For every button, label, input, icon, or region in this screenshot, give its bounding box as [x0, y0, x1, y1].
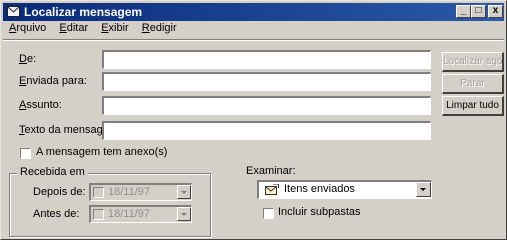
folder-select[interactable]: Itens enviados [257, 180, 432, 199]
after-label: Depois de: [33, 186, 86, 198]
sent-to-label: Enviada para: [19, 75, 87, 87]
received-in-title: Recebida em [17, 166, 88, 178]
close-button[interactable]: x [488, 5, 503, 18]
after-date-dropdown-arrow[interactable] [177, 185, 191, 199]
find-message-window: Localizar mensagem _ □ x Arquivo Editar … [0, 0, 507, 240]
after-date-value: 18/11/97 [108, 186, 151, 198]
subject-label: Assunto: [19, 99, 62, 111]
menu-exibir[interactable]: Exibir [101, 22, 129, 34]
include-subfolders-label: Incluir subpastas [278, 206, 361, 218]
menu-editar[interactable]: Editar [59, 22, 88, 34]
find-now-button[interactable]: Localizar agora [442, 52, 504, 72]
folder-dropdown-arrow[interactable] [416, 182, 431, 197]
window-title: Localizar mensagem [24, 5, 143, 19]
maximize-button[interactable]: □ [471, 5, 486, 18]
sent-to-field[interactable] [102, 72, 431, 91]
envelope-icon [7, 6, 20, 17]
has-attachment-checkbox[interactable] [20, 148, 31, 159]
has-attachment-label: A mensagem tem anexo(s) [36, 146, 168, 158]
before-date-picker[interactable]: 18/11/97 [89, 205, 192, 223]
after-date-picker[interactable]: 18/11/97 [89, 183, 192, 201]
selected-folder: Itens enviados [284, 183, 355, 195]
subject-field[interactable] [102, 96, 431, 115]
include-subfolders-checkbox[interactable] [263, 208, 274, 219]
before-date-value: 18/11/97 [108, 208, 151, 220]
sent-items-icon [265, 184, 279, 195]
before-date-checkbox[interactable] [93, 209, 104, 220]
before-label: Antes de: [33, 208, 80, 220]
menu-arquivo[interactable]: Arquivo [9, 22, 46, 34]
menu-divider [3, 39, 504, 41]
from-field[interactable] [102, 50, 431, 69]
menu-redigir[interactable]: Redigir [142, 22, 177, 34]
stop-button[interactable]: Parar [442, 74, 504, 94]
after-date-checkbox[interactable] [93, 187, 104, 198]
menu-bar: Arquivo Editar Exibir Redigir [3, 22, 181, 38]
title-bar[interactable]: Localizar mensagem _ □ x [3, 3, 504, 21]
message-text-field[interactable] [102, 121, 431, 140]
minimize-button[interactable]: _ [456, 5, 471, 18]
from-label: De: [19, 53, 37, 65]
examine-label: Examinar: [246, 165, 296, 177]
clear-all-button[interactable]: Limpar tudo [442, 96, 504, 116]
before-date-dropdown-arrow[interactable] [177, 207, 191, 221]
